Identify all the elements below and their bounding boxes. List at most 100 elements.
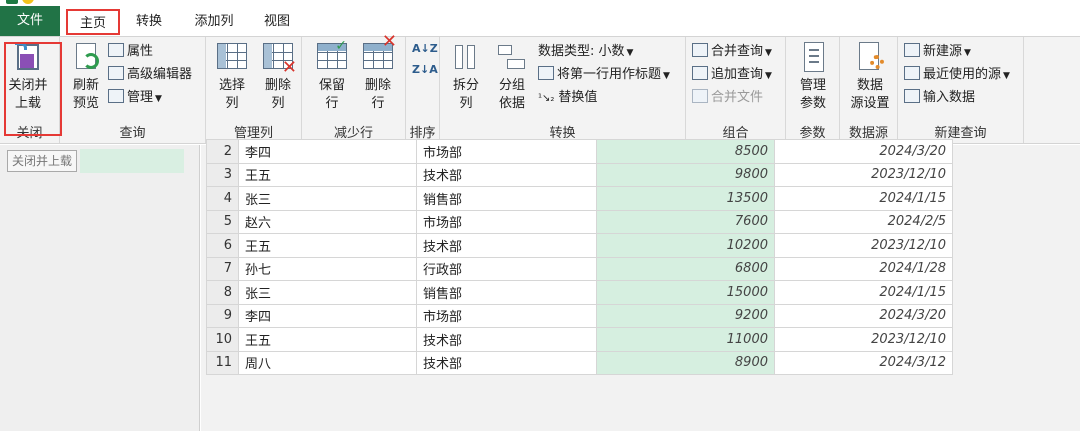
refresh-preview-button[interactable]: 刷新 预览: [62, 41, 110, 113]
department-cell[interactable]: 技术部: [416, 327, 597, 352]
tab-view[interactable]: 视图: [254, 9, 300, 35]
department-cell[interactable]: 市场部: [416, 303, 597, 328]
table-row[interactable]: 5 赵六 市场部 7600 2024/2/5: [206, 209, 953, 234]
use-first-row-as-headers-button[interactable]: 将第一行用作标题 ▼: [538, 64, 670, 86]
append-queries-button[interactable]: 追加查询 ▼: [692, 64, 772, 86]
date-cell[interactable]: 2024/3/20: [774, 303, 953, 328]
name-cell[interactable]: 孙七: [238, 256, 417, 281]
group-new-query: 新建源 ▼ 最近使用的源 ▼ 输入数据 新建查询: [898, 37, 1024, 143]
feedback-smile-icon[interactable]: [22, 0, 34, 4]
tab-transform[interactable]: 转换: [124, 9, 174, 35]
sort-ascending-icon[interactable]: A↓Z: [412, 41, 438, 56]
manage-parameters-icon: [796, 41, 830, 73]
amount-cell[interactable]: 15000: [596, 280, 775, 305]
department-cell[interactable]: 市场部: [416, 139, 597, 164]
properties-icon: [108, 43, 124, 57]
tab-add-column[interactable]: 添加列: [186, 9, 242, 35]
data-source-settings-button[interactable]: 数据 源设置: [844, 41, 896, 113]
row-number: 9: [206, 303, 239, 328]
department-cell[interactable]: 技术部: [416, 233, 597, 258]
replace-values-label: 替换值: [558, 90, 598, 105]
date-cell[interactable]: 2024/1/15: [774, 186, 953, 211]
date-cell[interactable]: 2024/1/15: [774, 280, 953, 305]
name-cell[interactable]: 王五: [238, 327, 417, 352]
amount-cell[interactable]: 9800: [596, 162, 775, 187]
group-by-icon: [495, 41, 529, 73]
row-number: 5: [206, 209, 239, 234]
remove-columns-button[interactable]: ✕ 删除 列: [254, 41, 302, 113]
table-row[interactable]: 9 李四 市场部 9200 2024/3/20: [206, 303, 953, 328]
use-first-row-label: 将第一行用作标题: [557, 67, 662, 82]
recent-sources-label: 最近使用的源: [923, 67, 1002, 82]
table-row[interactable]: 11 周八 技术部 8900 2024/3/12: [206, 350, 953, 375]
name-cell[interactable]: 张三: [238, 186, 417, 211]
amount-cell[interactable]: 9200: [596, 303, 775, 328]
row-number: 4: [206, 186, 239, 211]
chevron-down-icon: ▼: [765, 48, 772, 58]
split-column-button[interactable]: 拆分 列: [442, 41, 490, 113]
date-cell[interactable]: 2023/12/10: [774, 233, 953, 258]
date-cell[interactable]: 2024/1/28: [774, 256, 953, 281]
amount-cell[interactable]: 13500: [596, 186, 775, 211]
amount-cell[interactable]: 8900: [596, 350, 775, 375]
enter-data-label: 输入数据: [923, 90, 976, 105]
amount-cell[interactable]: 11000: [596, 327, 775, 352]
merge-files-icon: [692, 89, 708, 103]
enter-data-button[interactable]: 输入数据: [904, 87, 975, 109]
department-cell[interactable]: 市场部: [416, 209, 597, 234]
replace-values-button[interactable]: ¹↘₂ 替换值: [538, 87, 597, 109]
new-source-button[interactable]: 新建源 ▼: [904, 41, 971, 63]
group-by-button[interactable]: 分组 依据: [488, 41, 536, 113]
data-table: 2 李四 市场部 8500 2024/3/20 3 王五 技术部 9800 2023/1…: [206, 139, 953, 375]
properties-button[interactable]: 属性: [108, 41, 153, 63]
remove-rows-button[interactable]: ✕ 删除 行: [354, 33, 402, 113]
department-cell[interactable]: 销售部: [416, 186, 597, 211]
chevron-down-icon: ▼: [765, 71, 772, 81]
table-row[interactable]: 10 王五 技术部 11000 2023/12/10: [206, 327, 953, 352]
choose-columns-label: 选择 列: [218, 78, 245, 111]
choose-columns-button[interactable]: 选择 列: [208, 41, 256, 113]
name-cell[interactable]: 周八: [238, 350, 417, 375]
amount-cell[interactable]: 8500: [596, 139, 775, 164]
table-row[interactable]: 2 李四 市场部 8500 2024/3/20: [206, 139, 953, 164]
recent-sources-icon: [904, 66, 920, 80]
table-row[interactable]: 3 王五 技术部 9800 2023/12/10: [206, 162, 953, 187]
date-cell[interactable]: 2024/3/12: [774, 350, 953, 375]
name-cell[interactable]: 王五: [238, 233, 417, 258]
new-source-label: 新建源: [923, 44, 963, 59]
tab-file[interactable]: 文件: [0, 6, 60, 36]
recent-sources-button[interactable]: 最近使用的源 ▼: [904, 64, 1010, 86]
tab-home[interactable]: 主页: [66, 9, 120, 38]
name-cell[interactable]: 赵六: [238, 209, 417, 234]
table-row[interactable]: 7 孙七 行政部 6800 2024/1/28: [206, 256, 953, 281]
date-cell[interactable]: 2024/3/20: [774, 139, 953, 164]
manage-parameters-button[interactable]: 管理 参数: [789, 41, 837, 113]
department-cell[interactable]: 销售部: [416, 280, 597, 305]
department-cell[interactable]: 行政部: [416, 256, 597, 281]
name-cell[interactable]: 李四: [238, 139, 417, 164]
selected-query-highlight[interactable]: [80, 149, 184, 173]
table-row[interactable]: 6 王五 技术部 10200 2023/12/10: [206, 233, 953, 258]
keep-rows-button[interactable]: ✓ 保留 行: [308, 38, 356, 113]
manage-query-button[interactable]: 管理 ▼: [108, 87, 162, 109]
merge-queries-button[interactable]: 合并查询 ▼: [692, 41, 772, 63]
department-cell[interactable]: 技术部: [416, 162, 597, 187]
table-row[interactable]: 8 张三 销售部 15000 2024/1/15: [206, 280, 953, 305]
chevron-down-icon: ▼: [964, 48, 971, 58]
department-cell[interactable]: 技术部: [416, 350, 597, 375]
close-and-load-tooltip: 关闭并上载: [7, 150, 78, 172]
amount-cell[interactable]: 10200: [596, 233, 775, 258]
sort-descending-icon[interactable]: Z↓A: [412, 62, 438, 77]
group-query-label: 查询: [119, 126, 146, 141]
advanced-editor-button[interactable]: 高级编辑器: [108, 64, 192, 86]
name-cell[interactable]: 王五: [238, 162, 417, 187]
date-cell[interactable]: 2023/12/10: [774, 327, 953, 352]
date-cell[interactable]: 2024/2/5: [774, 209, 953, 234]
data-type-dropdown[interactable]: 数据类型: 小数 ▼: [538, 41, 633, 63]
table-row[interactable]: 4 张三 销售部 13500 2024/1/15: [206, 186, 953, 211]
name-cell[interactable]: 张三: [238, 280, 417, 305]
date-cell[interactable]: 2023/12/10: [774, 162, 953, 187]
name-cell[interactable]: 李四: [238, 303, 417, 328]
amount-cell[interactable]: 6800: [596, 256, 775, 281]
amount-cell[interactable]: 7600: [596, 209, 775, 234]
